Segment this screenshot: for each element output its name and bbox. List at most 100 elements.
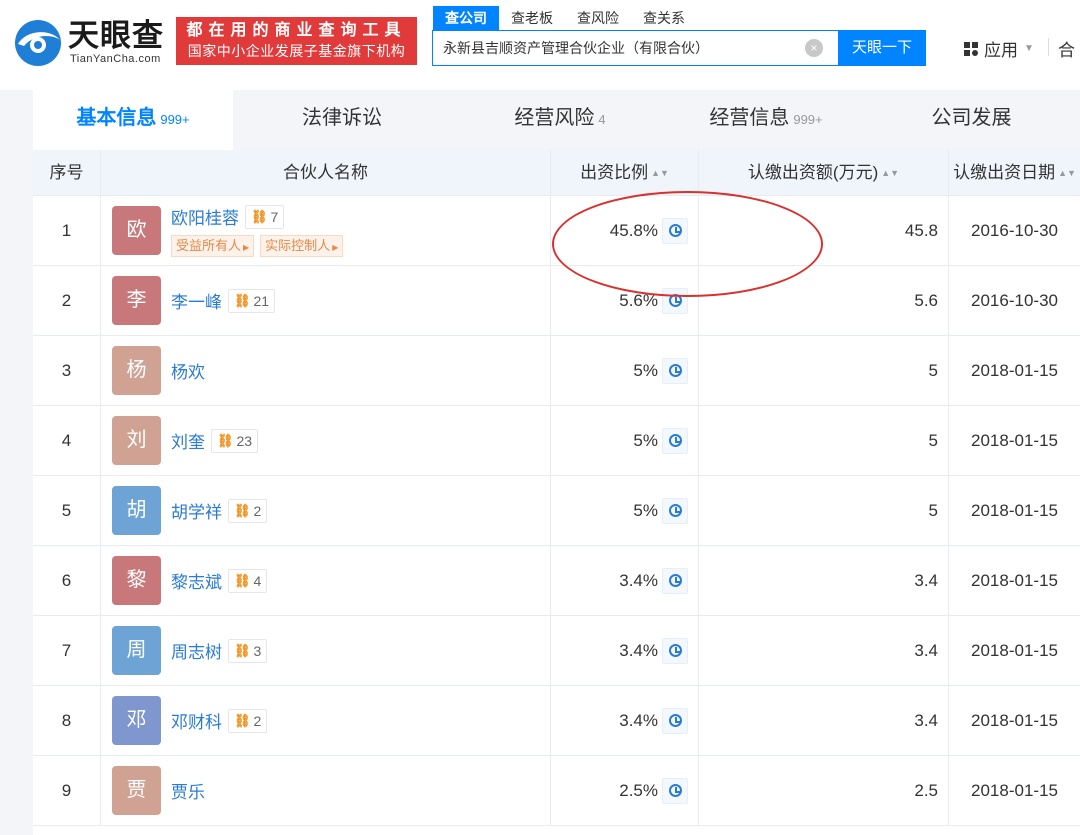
relation-badge[interactable]: ⛓ 23 (211, 428, 259, 453)
search-type-tabs: 查公司 查老板 查风险 查关系 (433, 6, 697, 30)
partner-cell: 邓 邓财科 ⛓ 2 (101, 686, 551, 755)
equity-chart-icon[interactable] (662, 287, 688, 314)
partner-name-link[interactable]: 周志树 (171, 638, 222, 663)
avatar[interactable]: 邓 (112, 696, 161, 745)
ratio-value: 2.5% (619, 780, 658, 800)
apps-menu[interactable]: 应用 ▼ (964, 36, 1034, 61)
partner-name-link[interactable]: 贾乐 (171, 778, 205, 803)
promo-subtitle: 国家中小企业发展子基金旗下机构 (187, 43, 406, 59)
relation-badge[interactable]: ⛓ 21 (228, 288, 276, 313)
clear-icon[interactable]: × (805, 39, 823, 57)
equity-chart-icon[interactable] (662, 357, 688, 384)
section-tab[interactable]: 公司发展 (863, 90, 1080, 150)
equity-chart-icon[interactable] (662, 427, 688, 454)
relation-badge[interactable]: ⛓ 7 (245, 204, 285, 229)
date-cell: 2018-01-15 (971, 710, 1058, 730)
col-ratio-header[interactable]: 出资比例 ▲▼ (551, 150, 699, 195)
relation-graph-icon: ⛓ (234, 712, 251, 728)
avatar[interactable]: 刘 (112, 416, 161, 465)
equity-chart-icon[interactable] (662, 777, 688, 804)
partner-cell: 刘 刘奎 ⛓ 23 (101, 406, 551, 475)
sort-icon[interactable]: ▲▼ (1058, 168, 1076, 178)
search-tab[interactable]: 查老板 (499, 6, 565, 30)
amount-cell: 3.4 (699, 686, 949, 755)
main-content: 基本信息 999+ 法律诉讼 经营风险 4 经营信息 999+ 公司发展 序号 合伙人名称 出… (33, 90, 1080, 835)
partner-line: 邓财科 ⛓ 2 (171, 708, 268, 733)
partner-line: 李一峰 ⛓ 21 (171, 288, 276, 313)
relation-graph-icon: ⛓ (217, 432, 234, 448)
search-tab[interactable]: 查风险 (565, 6, 631, 30)
ratio-cell: 5% (551, 476, 699, 545)
tab-label: 经营信息 (709, 107, 790, 129)
section-tab[interactable]: 法律诉讼 (233, 90, 451, 150)
relation-graph-icon: ⛓ (234, 572, 251, 588)
ratio-value: 5% (633, 360, 658, 380)
ratio-value: 3.4% (619, 640, 658, 660)
relation-badge[interactable]: ⛓ 2 (228, 708, 268, 733)
table-body: 1 欧 欧阳桂蓉 ⛓ 7 受益所有人 ▶ 实际控制人 ▶ 45.8% 45.8 2016… (33, 196, 1080, 826)
row-index: 8 (33, 686, 101, 755)
relation-count: 2 (253, 502, 262, 519)
partner-info: 黎志斌 ⛓ 4 (171, 568, 268, 593)
caret-right-icon: ▶ (243, 243, 250, 252)
avatar[interactable]: 贾 (112, 766, 161, 815)
equity-chart-icon[interactable] (662, 707, 688, 734)
logo[interactable]: 天眼查 TianYanCha.com (12, 16, 172, 68)
partner-cell: 贾 贾乐 (101, 756, 551, 825)
row-index: 7 (33, 616, 101, 685)
avatar[interactable]: 欧 (112, 206, 161, 255)
section-tab[interactable]: 基本信息 999+ (33, 90, 233, 150)
relation-badge[interactable]: ⛓ 2 (228, 498, 268, 523)
col-date-header[interactable]: 认缴出资日期 ▲▼ (949, 150, 1080, 195)
role-tag[interactable]: 受益所有人 ▶ (171, 235, 255, 257)
brand-name: 天眼查 (68, 18, 164, 53)
relation-graph-icon: ⛓ (234, 502, 251, 518)
partner-name-link[interactable]: 黎志斌 (171, 568, 222, 593)
promo-banner[interactable]: 都在用的商业查询工具 国家中小企业发展子基金旗下机构 (176, 17, 417, 65)
partner-name-link[interactable]: 胡学祥 (171, 498, 222, 523)
relation-count: 7 (270, 208, 279, 225)
partner-name-link[interactable]: 欧阳桂蓉 (171, 204, 239, 229)
partner-name-link[interactable]: 李一峰 (171, 288, 222, 313)
relation-badge[interactable]: ⛓ 4 (228, 568, 268, 593)
search-tab[interactable]: 查公司 (433, 6, 499, 30)
cooperation-link[interactable]: 合 (1058, 36, 1075, 61)
amount-cell: 3.4 (699, 546, 949, 615)
table-row: 1 欧 欧阳桂蓉 ⛓ 7 受益所有人 ▶ 实际控制人 ▶ 45.8% 45.8 2016… (33, 196, 1080, 266)
avatar[interactable]: 黎 (112, 556, 161, 605)
equity-chart-icon[interactable] (662, 567, 688, 594)
search-input[interactable] (433, 31, 833, 65)
row-index: 1 (33, 196, 101, 265)
amount-cell: 5.6 (699, 266, 949, 335)
section-tab[interactable]: 经营信息 999+ (669, 90, 863, 150)
date-cell: 2018-01-15 (971, 640, 1058, 660)
section-tab[interactable]: 经营风险 4 (451, 90, 669, 150)
partner-name-link[interactable]: 刘奎 (171, 428, 205, 453)
equity-chart-icon[interactable] (662, 217, 688, 244)
role-tags: 受益所有人 ▶ 实际控制人 ▶ (171, 235, 349, 257)
role-tag[interactable]: 实际控制人 ▶ (260, 235, 344, 257)
avatar[interactable]: 杨 (112, 346, 161, 395)
apps-grid-icon (964, 41, 978, 56)
equity-chart-icon[interactable] (662, 637, 688, 664)
search-tab[interactable]: 查关系 (631, 6, 697, 30)
partner-line: 胡学祥 ⛓ 2 (171, 498, 268, 523)
sort-icon[interactable]: ▲▼ (881, 168, 899, 178)
col-amount-header[interactable]: 认缴出资额(万元) ▲▼ (699, 150, 949, 195)
partner-name-link[interactable]: 杨欢 (171, 358, 205, 383)
tab-count: 999+ (160, 112, 190, 127)
apps-label: 应用 (984, 41, 1018, 60)
relation-badge[interactable]: ⛓ 3 (228, 638, 268, 663)
avatar[interactable]: 周 (112, 626, 161, 675)
partner-name-link[interactable]: 邓财科 (171, 708, 222, 733)
search-button[interactable]: 天眼一下 (838, 30, 926, 66)
relation-graph-icon: ⛓ (251, 208, 268, 224)
partner-info: 周志树 ⛓ 3 (171, 638, 268, 663)
sort-icon[interactable]: ▲▼ (651, 168, 669, 178)
avatar[interactable]: 李 (112, 276, 161, 325)
ratio-value: 3.4% (619, 710, 658, 730)
avatar[interactable]: 胡 (112, 486, 161, 535)
partner-info: 欧阳桂蓉 ⛓ 7 受益所有人 ▶ 实际控制人 ▶ (171, 204, 349, 257)
equity-chart-icon[interactable] (662, 497, 688, 524)
tab-label: 法律诉讼 (302, 107, 382, 129)
